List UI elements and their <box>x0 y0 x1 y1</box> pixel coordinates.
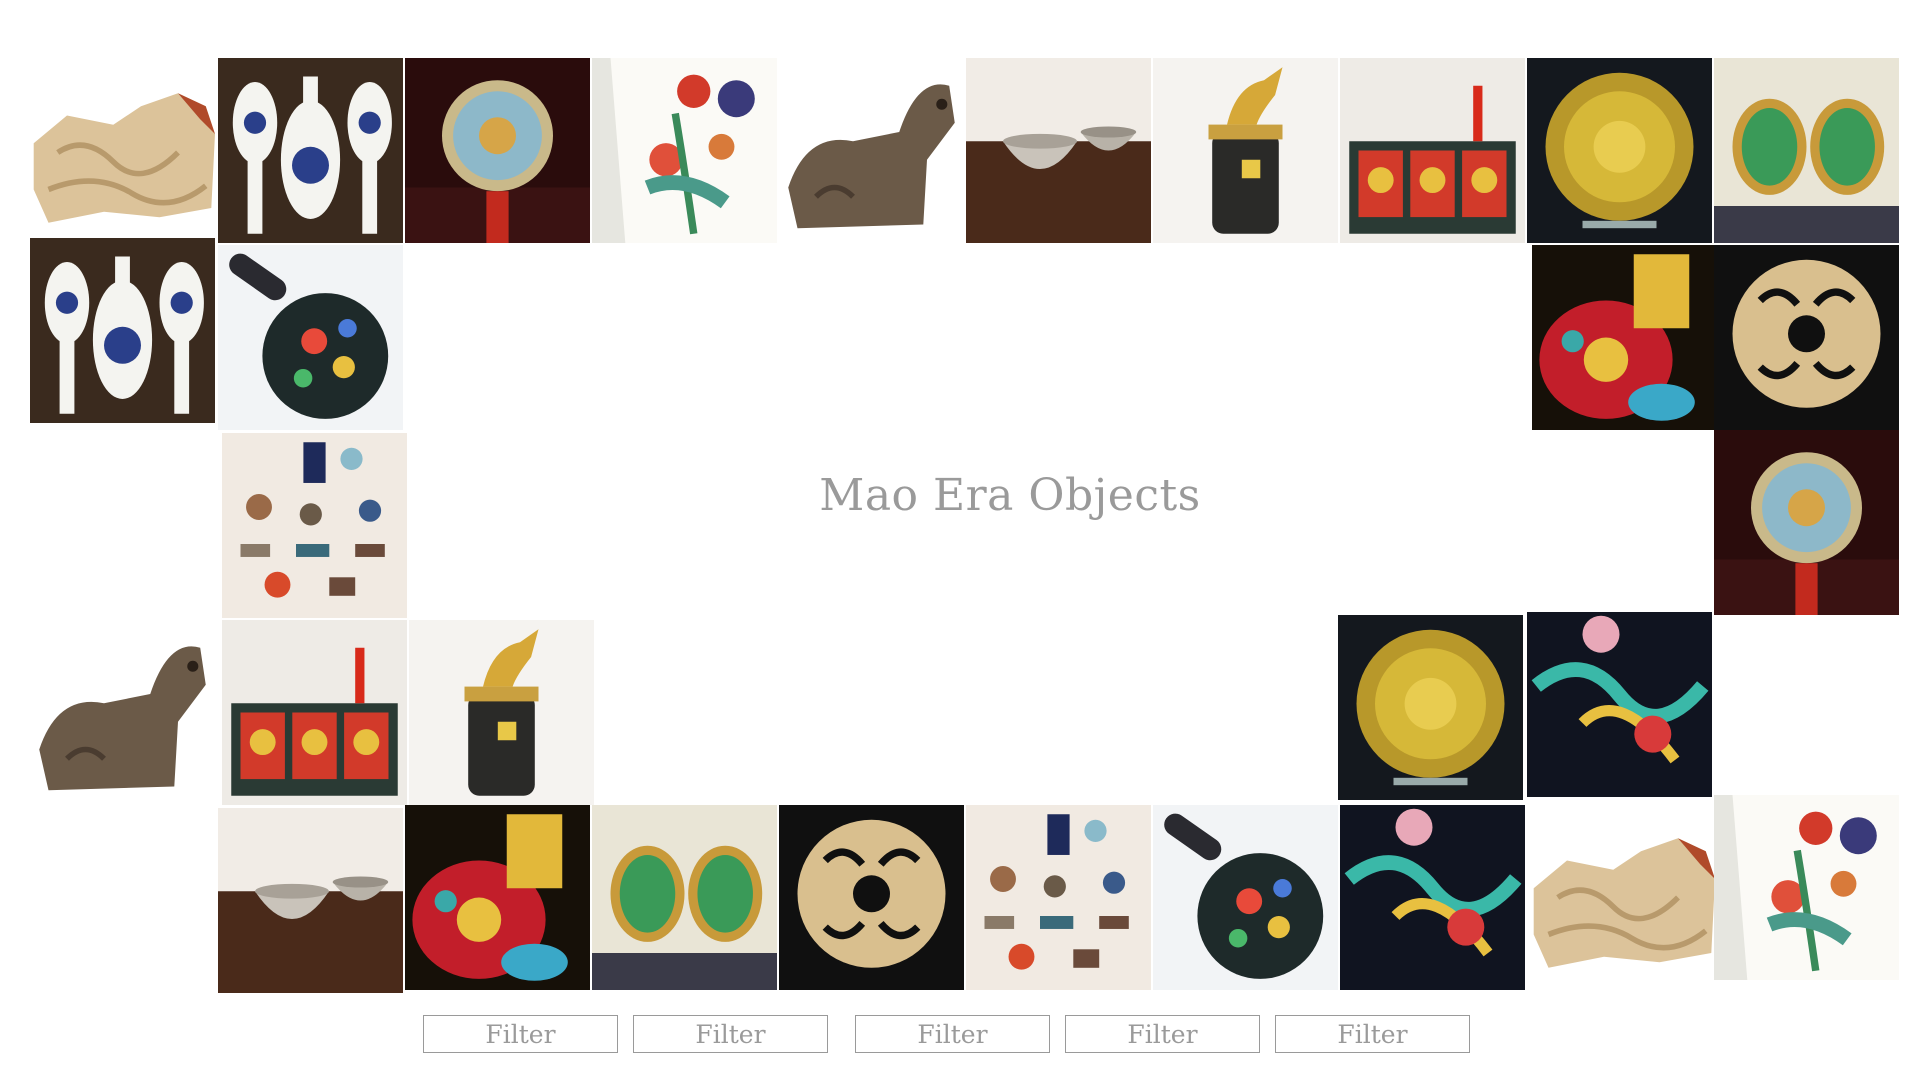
flower-panel-icon <box>1714 795 1899 980</box>
cabinet-icon <box>222 620 407 805</box>
painted-cabinet-tile[interactable] <box>1340 58 1525 243</box>
goldfish-jar-tile[interactable] <box>1153 58 1338 243</box>
famille-flower-panel-tile[interactable] <box>592 58 777 243</box>
jade-cufflinks-tile[interactable] <box>592 805 777 990</box>
bowls-icon <box>966 58 1151 243</box>
bronze-ox-icon <box>779 58 964 243</box>
blue-white-spoons-tile[interactable] <box>30 238 215 423</box>
goldfish-jar-icon <box>1153 58 1338 243</box>
dragon-plaque-icon <box>1714 430 1899 615</box>
jade-cufflinks-icon <box>592 805 777 990</box>
filter-button-2[interactable]: Filter <box>633 1015 828 1053</box>
stone-carving-icon <box>1530 805 1715 990</box>
celadon-bowls-tile[interactable] <box>966 58 1151 243</box>
bronze-ox-icon <box>30 620 215 805</box>
filter-button-3[interactable]: Filter <box>855 1015 1050 1053</box>
painted-cabinet-tile[interactable] <box>222 620 407 805</box>
famille-rose-vase-tile[interactable] <box>405 805 590 990</box>
miniatures-icon <box>222 433 407 618</box>
goldfish-jar-icon <box>409 620 594 805</box>
vase-icon <box>1532 245 1717 430</box>
famille-rose-vase-tile[interactable] <box>1532 245 1717 430</box>
gilt-plate-tile[interactable] <box>1527 58 1712 243</box>
page-title: Mao Era Objects <box>819 470 1201 521</box>
stone-carving-icon <box>30 60 215 245</box>
bowls-icon <box>218 808 403 993</box>
gilt-plate-tile[interactable] <box>1338 615 1523 800</box>
jade-cufflinks-icon <box>1714 58 1899 243</box>
stone-carving-tile[interactable] <box>30 60 215 245</box>
porcelain-spoons-icon <box>30 238 215 423</box>
famille-flower-panel-tile[interactable] <box>1714 795 1899 980</box>
gilt-plate-icon <box>1527 58 1712 243</box>
cloisonne-box-icon <box>1153 805 1338 990</box>
jade-cufflinks-tile[interactable] <box>1714 58 1899 243</box>
jade-disc-icon <box>1714 245 1899 430</box>
cloisonne-box-tile[interactable] <box>218 245 403 430</box>
phoenix-embroidery-icon <box>1340 805 1525 990</box>
vase-icon <box>405 805 590 990</box>
embroidered-phoenix-tile[interactable] <box>1340 805 1525 990</box>
blue-white-spoons-tile[interactable] <box>218 58 403 243</box>
dragon-plaque-icon <box>405 58 590 243</box>
stone-carving-tile[interactable] <box>1530 805 1715 990</box>
filter-button-5[interactable]: Filter <box>1275 1015 1470 1053</box>
jade-disc-icon <box>779 805 964 990</box>
dragon-plaque-tile[interactable] <box>405 58 590 243</box>
phoenix-embroidery-icon <box>1527 612 1712 797</box>
goldfish-jar-tile[interactable] <box>409 620 594 805</box>
bronze-ox-tile[interactable] <box>30 620 215 805</box>
bronze-ox-tile[interactable] <box>779 58 964 243</box>
cloisonne-box-tile[interactable] <box>1153 805 1338 990</box>
cloisonne-box-icon <box>218 245 403 430</box>
filter-button-4[interactable]: Filter <box>1065 1015 1260 1053</box>
filter-button-1[interactable]: Filter <box>423 1015 618 1053</box>
gilt-plate-icon <box>1338 615 1523 800</box>
embroidered-phoenix-tile[interactable] <box>1527 612 1712 797</box>
miniature-objects-tile[interactable] <box>966 805 1151 990</box>
miniatures-icon <box>966 805 1151 990</box>
dragon-plaque-tile[interactable] <box>1714 430 1899 615</box>
porcelain-spoons-icon <box>218 58 403 243</box>
miniature-objects-tile[interactable] <box>222 433 407 618</box>
flower-panel-icon <box>592 58 777 243</box>
carved-jade-disc-tile[interactable] <box>779 805 964 990</box>
cabinet-icon <box>1340 58 1525 243</box>
carved-jade-disc-tile[interactable] <box>1714 245 1899 430</box>
celadon-bowls-tile[interactable] <box>218 808 403 993</box>
